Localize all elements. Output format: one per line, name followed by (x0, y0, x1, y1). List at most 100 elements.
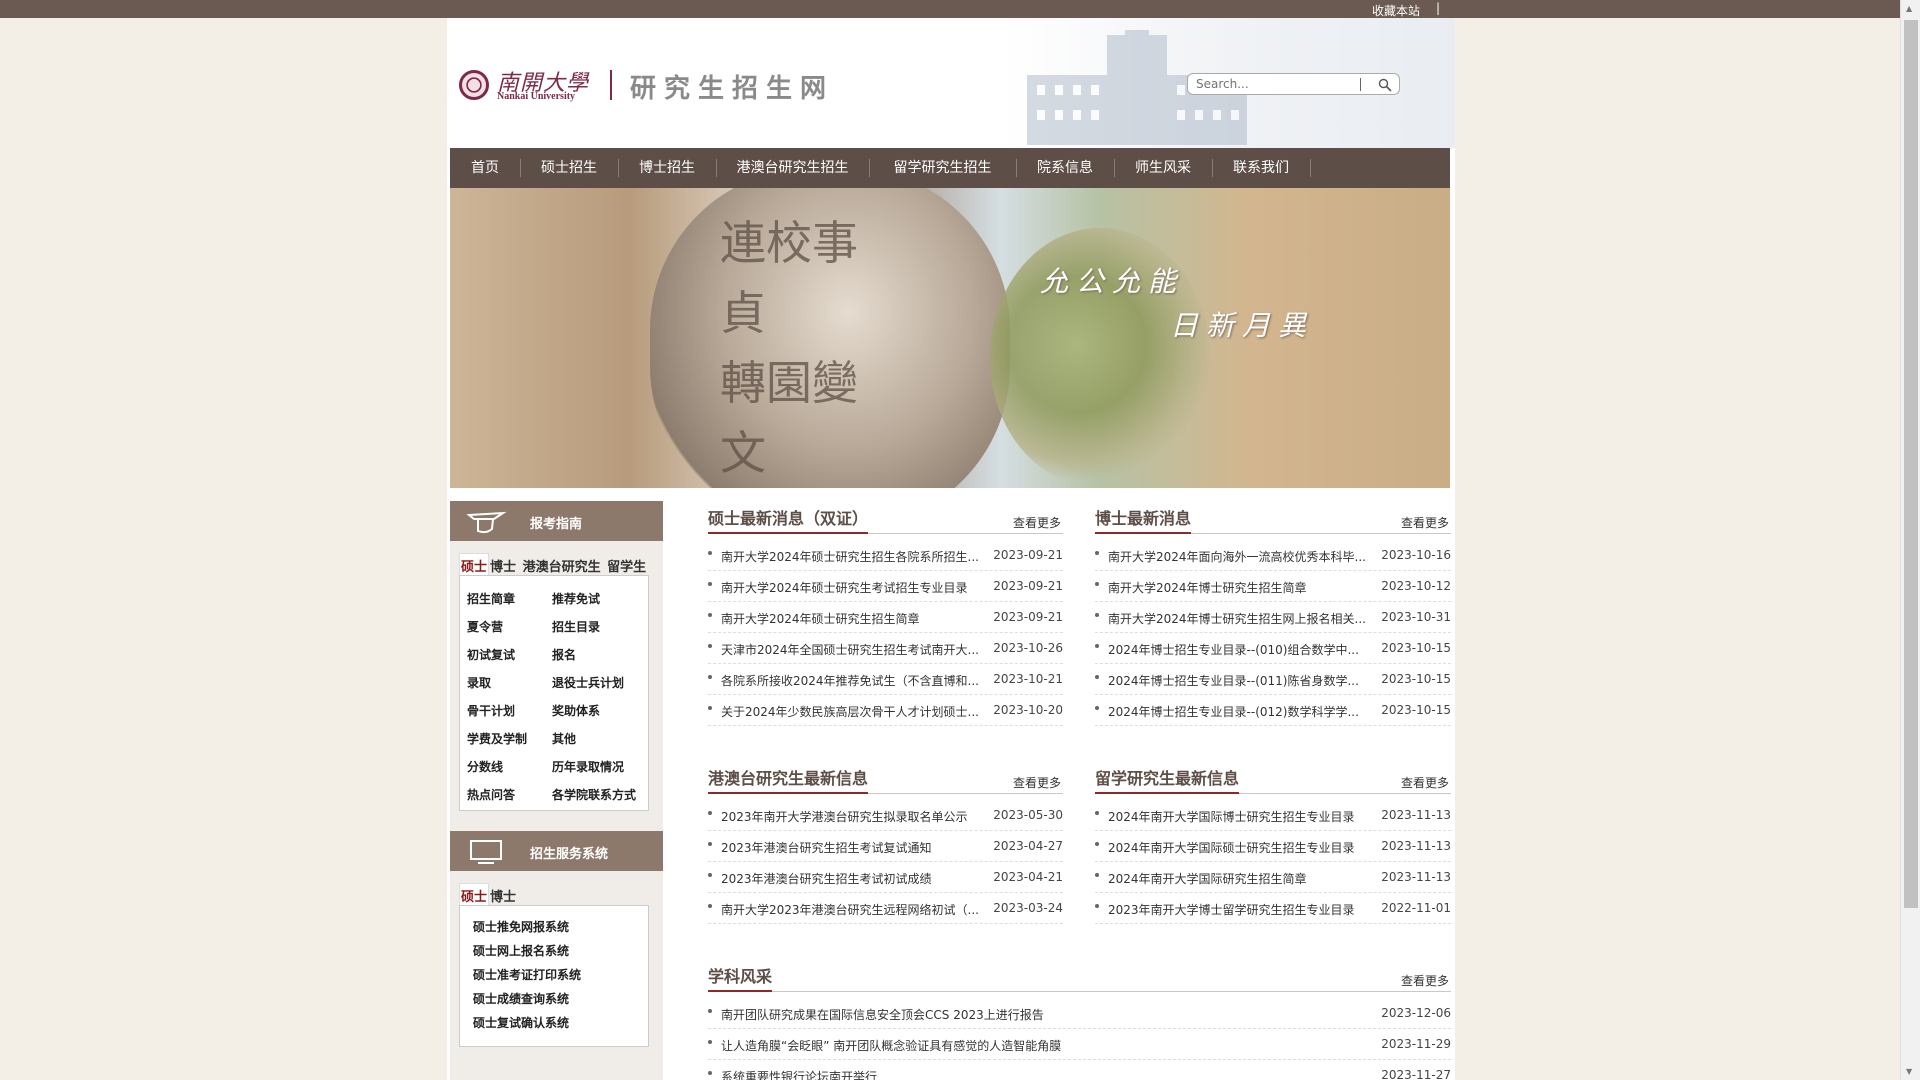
news-title[interactable]: 各院系所接收2024年推荐免试生（不含直博和... (721, 672, 981, 689)
hkmt-more-link[interactable]: 查看更多 (1013, 774, 1061, 791)
guide-link[interactable]: 骨干计划 (467, 702, 515, 719)
news-row[interactable]: 2024年博士招生专业目录--(011)陈省身数学... 2023-10-15 (1095, 664, 1451, 695)
news-title[interactable]: 2024年南开大学国际研究生招生简章 (1108, 870, 1368, 887)
news-title[interactable]: 2024年博士招生专业目录--(012)数学科学学... (1108, 703, 1368, 720)
search-icon[interactable] (1378, 78, 1392, 92)
doctor-more-link[interactable]: 查看更多 (1401, 514, 1449, 531)
tab-master[interactable]: 硕士 (459, 553, 490, 577)
news-title[interactable]: 2024年博士招生专业目录--(011)陈省身数学... (1108, 672, 1368, 689)
guide-link[interactable]: 热点问答 (467, 786, 515, 803)
news-row[interactable]: 南开团队研究成果在国际信息安全顶会CCS 2023上进行报告 2023-12-06 (708, 998, 1451, 1029)
service-link[interactable]: 硕士复试确认系统 (473, 1014, 569, 1031)
service-link[interactable]: 硕士推免网报系统 (473, 918, 569, 935)
news-row[interactable]: 关于2024年少数民族高层次骨干人才计划硕士... 2023-10-20 (708, 695, 1063, 726)
guide-link[interactable]: 各学院联系方式 (552, 786, 636, 803)
news-title[interactable]: 南开大学2024年面向海外一流高校优秀本科毕... (1108, 548, 1368, 565)
nav-doctor[interactable]: 博士招生 (618, 148, 716, 188)
intl-more-link[interactable]: 查看更多 (1401, 774, 1449, 791)
news-row[interactable]: 让人造角膜“会眨眼” 南开团队概念验证具有感觉的人造智能角膜 2023-11-29 (708, 1029, 1451, 1060)
news-title[interactable]: 2023年南开大学博士留学研究生招生专业目录 (1108, 901, 1368, 918)
news-title[interactable]: 天津市2024年全国硕士研究生招生考试南开大... (721, 641, 981, 658)
scroll-up-arrow-icon[interactable]: ▲ (1906, 4, 1912, 13)
news-title[interactable]: 南开大学2024年硕士研究生考试招生专业目录 (721, 579, 981, 596)
news-title[interactable]: 关于2024年少数民族高层次骨干人才计划硕士... (721, 703, 981, 720)
news-row[interactable]: 2024年南开大学国际研究生招生简章 2023-11-13 (1095, 862, 1451, 893)
guide-link[interactable]: 退役士兵计划 (552, 674, 624, 691)
news-title[interactable]: 2024年博士招生专业目录--(010)组合数学中... (1108, 641, 1368, 658)
scroll-down-arrow-icon[interactable]: ▼ (1906, 1067, 1912, 1076)
tab-doctor-services[interactable]: 博士 (489, 884, 517, 907)
news-title[interactable]: 南开大学2024年硕士研究生招生各院系所招生... (721, 548, 981, 565)
guide-link[interactable]: 招生目录 (552, 618, 600, 635)
hero-banner[interactable]: 連校事貞 轉園變文 宮景隱 允公允能 日新月異 (450, 188, 1450, 488)
guide-link[interactable]: 初试复试 (467, 646, 515, 663)
news-title[interactable]: 2023年港澳台研究生招生考试初试成绩 (721, 870, 981, 887)
news-row[interactable]: 2023年南开大学博士留学研究生招生专业目录 2022-11-01 (1095, 893, 1451, 924)
news-row[interactable]: 系统重要性银行论坛南开举行 2023-11-27 (708, 1060, 1451, 1080)
discipline-more-link[interactable]: 查看更多 (1401, 972, 1449, 989)
guide-link[interactable]: 分数线 (467, 758, 503, 775)
master-more-link[interactable]: 查看更多 (1013, 514, 1061, 531)
guide-link[interactable]: 学费及学制 (467, 730, 527, 747)
news-title[interactable]: 系统重要性银行论坛南开举行 (721, 1068, 1321, 1080)
news-row[interactable]: 南开大学2024年硕士研究生招生简章 2023-09-21 (708, 602, 1063, 633)
guide-link[interactable]: 夏令营 (467, 618, 503, 635)
news-row[interactable]: 南开大学2024年面向海外一流高校优秀本科毕... 2023-10-16 (1095, 540, 1451, 571)
news-row[interactable]: 南开大学2024年硕士研究生考试招生专业目录 2023-09-21 (708, 571, 1063, 602)
news-row[interactable]: 南开大学2024年博士研究生招生网上报名相关... 2023-10-31 (1095, 602, 1451, 633)
news-title[interactable]: 南开大学2024年硕士研究生招生简章 (721, 610, 981, 627)
news-title[interactable]: 2023年南开大学港澳台研究生拟录取名单公示 (721, 808, 981, 825)
service-link[interactable]: 硕士准考证打印系统 (473, 966, 581, 983)
nav-departments[interactable]: 院系信息 (1016, 148, 1114, 188)
news-title[interactable]: 2024年南开大学国际博士研究生招生专业目录 (1108, 808, 1368, 825)
guide-link[interactable]: 推荐免试 (552, 590, 600, 607)
news-row[interactable]: 2023年南开大学港澳台研究生拟录取名单公示 2023-05-30 (708, 800, 1063, 831)
guide-link[interactable]: 奖助体系 (552, 702, 600, 719)
news-title[interactable]: 2023年港澳台研究生招生考试复试通知 (721, 839, 981, 856)
nav-international[interactable]: 留学研究生招生 (869, 148, 1016, 188)
news-title[interactable]: 南开团队研究成果在国际信息安全顶会CCS 2023上进行报告 (721, 1006, 1321, 1023)
news-row[interactable]: 2024年博士招生专业目录--(012)数学科学学... 2023-10-15 (1095, 695, 1451, 726)
news-row[interactable]: 南开大学2024年硕士研究生招生各院系所招生... 2023-09-21 (708, 540, 1063, 571)
news-row[interactable]: 南开大学2024年博士研究生招生简章 2023-10-12 (1095, 571, 1451, 602)
search-input[interactable] (1196, 76, 1356, 92)
news-row[interactable]: 2024年博士招生专业目录--(010)组合数学中... 2023-10-15 (1095, 633, 1451, 664)
tab-master-services[interactable]: 硕士 (459, 883, 490, 907)
vertical-scrollbar[interactable]: ▲ ▼ (1900, 0, 1920, 1080)
scrollbar-thumb[interactable] (1904, 20, 1918, 908)
news-title[interactable]: 让人造角膜“会眨眼” 南开团队概念验证具有感觉的人造智能角膜 (721, 1037, 1321, 1054)
news-row[interactable]: 2024年南开大学国际硕士研究生招生专业目录 2023-11-13 (1095, 831, 1451, 862)
news-row[interactable]: 2024年南开大学国际博士研究生招生专业目录 2023-11-13 (1095, 800, 1451, 831)
nav-master[interactable]: 硕士招生 (520, 148, 618, 188)
nav-people[interactable]: 师生风采 (1114, 148, 1212, 188)
news-row[interactable]: 南开大学2023年港澳台研究生远程网络初试（... 2023-03-24 (708, 893, 1063, 924)
nav-hkmt[interactable]: 港澳台研究生招生 (716, 148, 869, 188)
tab-hkmt[interactable]: 港澳台研究生 (522, 554, 602, 577)
tab-doctor[interactable]: 博士 (489, 554, 517, 577)
news-title[interactable]: 南开大学2023年港澳台研究生远程网络初试（... (721, 901, 981, 918)
tab-international[interactable]: 留学生 (606, 554, 647, 577)
bullet-icon (708, 551, 712, 555)
news-title[interactable]: 南开大学2024年博士研究生招生网上报名相关... (1108, 610, 1368, 627)
service-link[interactable]: 硕士成绩查询系统 (473, 990, 569, 1007)
news-row[interactable]: 各院系所接收2024年推荐免试生（不含直博和... 2023-10-21 (708, 664, 1063, 695)
guide-link[interactable]: 其他 (552, 730, 576, 747)
news-row[interactable]: 2023年港澳台研究生招生考试初试成绩 2023-04-21 (708, 862, 1063, 893)
guide-link[interactable]: 历年录取情况 (552, 758, 624, 775)
nav-contact[interactable]: 联系我们 (1212, 148, 1310, 188)
nav-home[interactable]: 首页 (450, 148, 520, 188)
guide-link[interactable]: 报名 (552, 646, 576, 663)
news-row[interactable]: 2023年港澳台研究生招生考试复试通知 2023-04-27 (708, 831, 1063, 862)
news-row[interactable]: 天津市2024年全国硕士研究生招生考试南开大... 2023-10-26 (708, 633, 1063, 664)
bookmark-site-link[interactable]: 收藏本站 (1372, 2, 1420, 19)
intl-news-title: 留学研究生最新信息 (1095, 769, 1240, 788)
section-rule (708, 991, 1451, 992)
university-logo-english[interactable]: Nankai University (497, 91, 575, 102)
bullet-icon (1095, 551, 1099, 555)
university-seal-icon[interactable] (459, 70, 489, 100)
news-title[interactable]: 2024年南开大学国际硕士研究生招生专业目录 (1108, 839, 1368, 856)
service-link[interactable]: 硕士网上报名系统 (473, 942, 569, 959)
guide-link[interactable]: 招生简章 (467, 590, 515, 607)
guide-link[interactable]: 录取 (467, 674, 491, 691)
news-title[interactable]: 南开大学2024年博士研究生招生简章 (1108, 579, 1368, 596)
